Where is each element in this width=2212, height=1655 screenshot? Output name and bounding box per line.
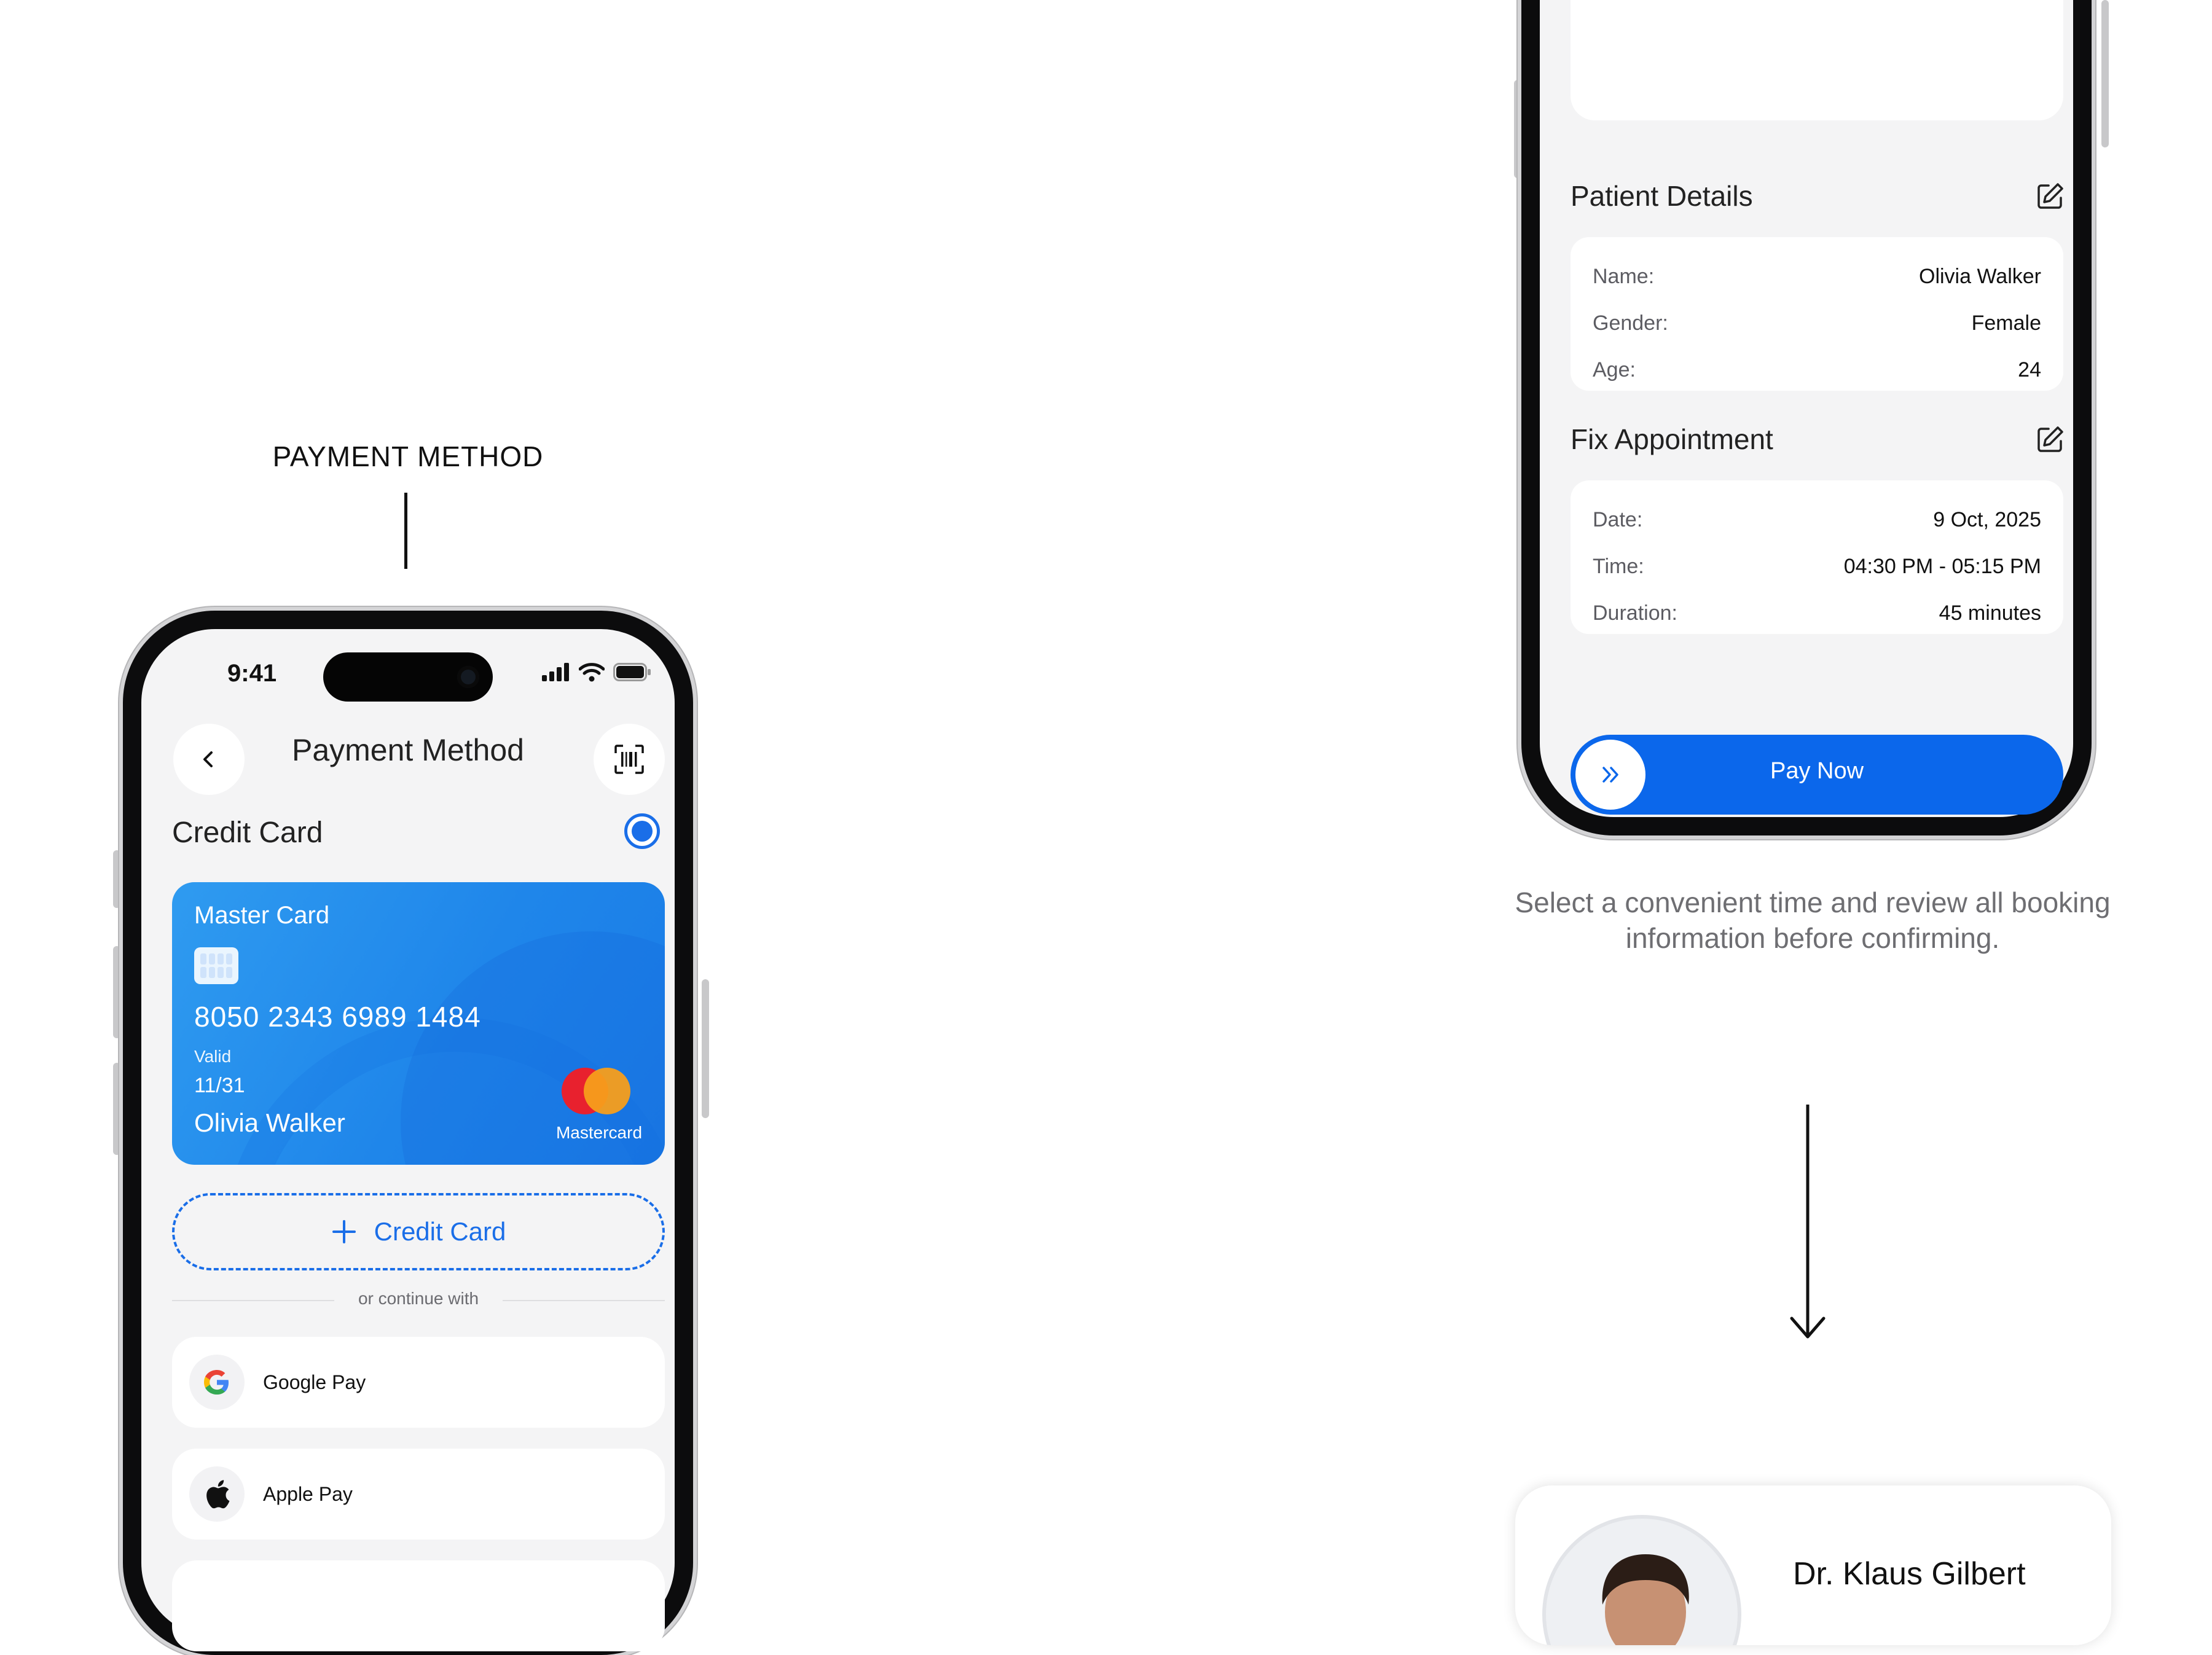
payment-method-annotation: PAYMENT METHOD	[272, 440, 544, 472]
row-key: Name:	[1593, 264, 1655, 288]
patient-row: Name: Olivia Walker	[1593, 253, 2041, 300]
doctor-name: Dr. Klaus Gilbert	[1793, 1556, 2026, 1592]
add-credit-card-button[interactable]: Credit Card	[172, 1193, 665, 1270]
annotation-connector-line	[404, 493, 407, 569]
signal-icon	[542, 663, 569, 681]
row-key: Duration:	[1593, 601, 1677, 625]
patient-details-title: Patient Details	[1571, 180, 1753, 212]
credit-card-section-title: Credit Card	[172, 816, 323, 849]
pay-option-label: Apple Pay	[263, 1482, 353, 1505]
row-key: Date:	[1593, 507, 1643, 531]
row-value: 9 Oct, 2025	[1933, 507, 2041, 531]
phone-side-button	[113, 1063, 120, 1155]
appointment-row: Time: 04:30 PM - 05:15 PM	[1593, 543, 2041, 590]
phone-side-button	[113, 946, 120, 1038]
card-chip-icon	[194, 947, 238, 984]
back-button[interactable]	[173, 724, 245, 795]
phone-side-button	[702, 979, 709, 1118]
pay-now-label: Pay Now	[1770, 758, 1864, 784]
edit-icon[interactable]	[2035, 424, 2066, 455]
pay-option-partial[interactable]	[172, 1560, 665, 1651]
mastercard-logo-icon	[584, 1068, 630, 1114]
credit-card[interactable]: Master Card 8050 2343 6989 1484 Valid 11…	[172, 882, 665, 1165]
apple-icon	[189, 1466, 245, 1522]
barcode-scan-icon	[614, 745, 644, 774]
row-value: 45 minutes	[1939, 601, 2041, 625]
row-value: Olivia Walker	[1919, 264, 2041, 288]
add-credit-card-label: Credit Card	[374, 1217, 506, 1246]
row-key: Time:	[1593, 554, 1644, 578]
battery-icon	[613, 663, 651, 681]
credit-card-radio[interactable]	[624, 813, 660, 849]
card-network-label: Mastercard	[555, 1123, 643, 1142]
appointment-row: Duration: 45 minutes	[1593, 590, 2041, 636]
pay-now-button[interactable]: Pay Now	[1571, 735, 2063, 815]
google-icon	[189, 1355, 245, 1410]
status-icons	[542, 662, 651, 682]
row-value: Female	[1971, 311, 2041, 335]
payment-phone-mockup: 9:41 Payment Method Credit Card Master C…	[123, 611, 693, 1655]
row-value: 24	[2018, 358, 2041, 381]
patient-details-box: Name: Olivia Walker Gender: Female Age: …	[1571, 237, 2063, 391]
flow-caption: Select a convenient time and review all …	[1515, 886, 2111, 954]
doctor-summary-card	[1571, 0, 2063, 120]
fix-appointment-title: Fix Appointment	[1571, 423, 1773, 455]
status-time: 9:41	[227, 660, 277, 687]
patient-row: Age: 24	[1593, 346, 2041, 393]
card-valid-label: Valid	[194, 1047, 232, 1066]
edit-icon[interactable]	[2035, 181, 2066, 211]
page-title: Payment Method	[292, 733, 524, 767]
google-pay-option[interactable]: Google Pay	[172, 1337, 665, 1428]
chevron-left-icon	[203, 751, 213, 767]
row-value: 04:30 PM - 05:15 PM	[1843, 554, 2041, 578]
plus-icon	[332, 1220, 356, 1243]
phone-side-button	[1514, 80, 1521, 178]
card-bank-name: Master Card	[194, 902, 330, 929]
patient-row: Gender: Female	[1593, 300, 2041, 346]
appointment-row: Date: 9 Oct, 2025	[1593, 496, 2041, 543]
booking-phone-mockup: Patient Details Name: Olivia Walker Gend…	[1521, 0, 2092, 835]
doctor-avatar	[1542, 1515, 1741, 1645]
camera-icon	[457, 666, 479, 688]
doctor-card[interactable]: Dr. Klaus Gilbert	[1515, 1485, 2111, 1645]
arrow-down-icon	[1790, 1105, 1826, 1339]
scan-button[interactable]	[594, 724, 665, 795]
pay-option-label: Google Pay	[263, 1371, 366, 1393]
row-key: Age:	[1593, 358, 1636, 381]
apple-pay-option[interactable]: Apple Pay	[172, 1449, 665, 1540]
divider-text: or continue with	[358, 1289, 479, 1308]
row-key: Gender:	[1593, 311, 1668, 335]
card-holder-name: Olivia Walker	[194, 1108, 345, 1137]
continue-with-divider: or continue with	[172, 1288, 665, 1312]
appointment-details-box: Date: 9 Oct, 2025 Time: 04:30 PM - 05:15…	[1571, 480, 2063, 634]
dynamic-island	[323, 652, 493, 702]
phone-side-button	[113, 850, 120, 908]
card-valid-thru: 11/31	[194, 1074, 245, 1097]
phone-side-button	[2101, 0, 2109, 147]
card-number: 8050 2343 6989 1484	[194, 1001, 481, 1033]
wifi-icon	[579, 663, 605, 682]
